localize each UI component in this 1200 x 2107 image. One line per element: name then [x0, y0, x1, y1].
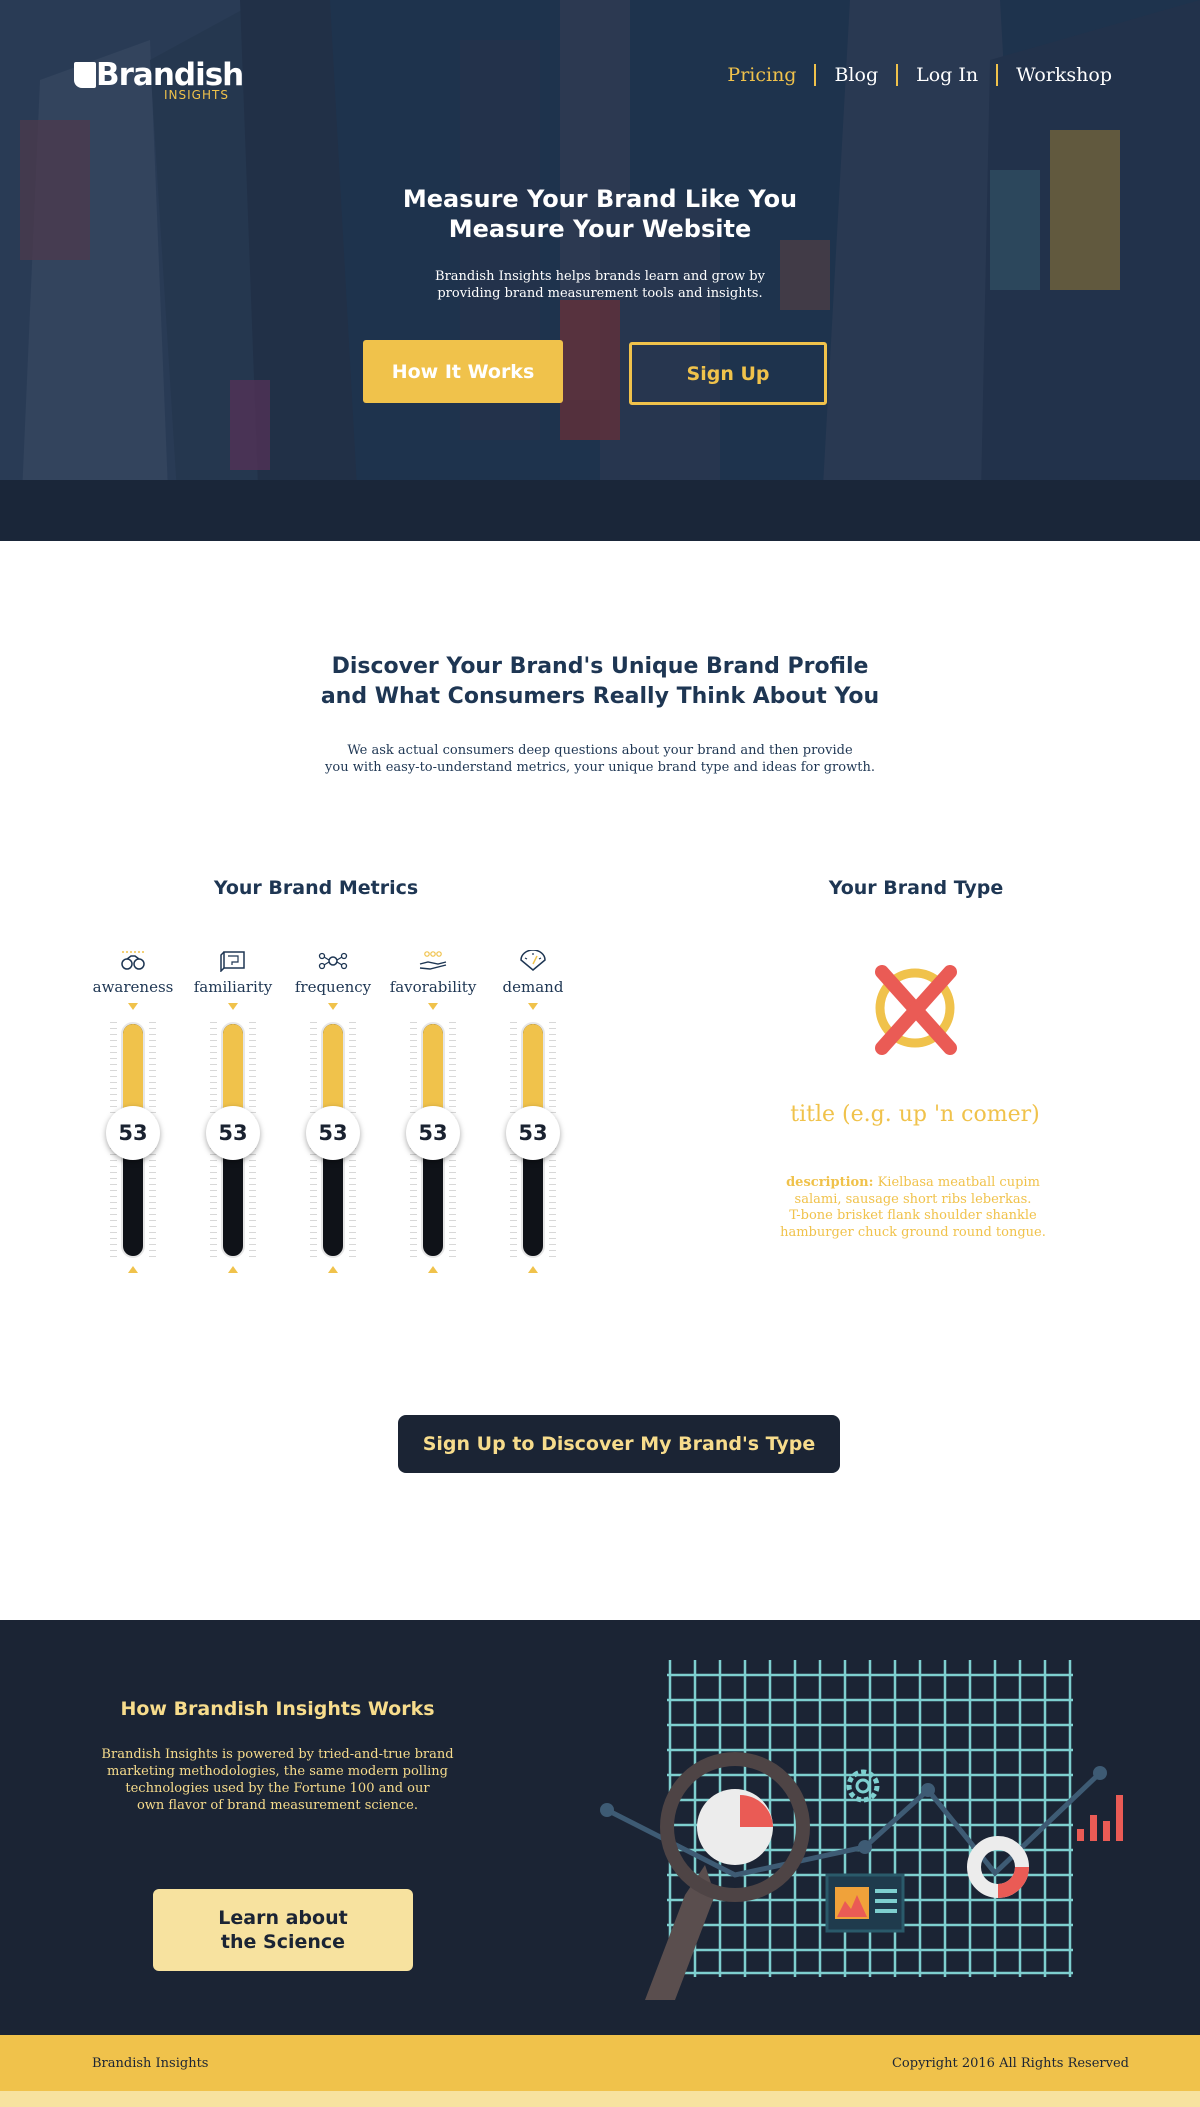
metric-min-marker: [128, 1266, 138, 1273]
sign-up-button[interactable]: Sign Up: [629, 342, 827, 405]
hero-title-line: Measure Your Brand Like You: [402, 185, 798, 213]
network-icon: [318, 952, 348, 970]
metric-value-knob[interactable]: 53: [306, 1105, 360, 1160]
brand-type-title: title (e.g. up 'n comer): [790, 1102, 1040, 1127]
bar-chart-icon: [1077, 1795, 1123, 1841]
hero-title-line: Measure Your Website: [448, 215, 752, 243]
hero-subtitle-line: Brandish Insights helps brands learn and…: [435, 269, 765, 284]
metric-max-marker: [528, 1003, 538, 1010]
discover-title-line: Discover Your Brand's Unique Brand Profi…: [331, 654, 869, 679]
metric-value-knob[interactable]: 53: [406, 1105, 460, 1160]
learn-science-button[interactable]: Learn about the Science: [153, 1889, 413, 1971]
metric-min-marker: [428, 1266, 438, 1273]
how-text-line: own flavor of brand measurement science.: [136, 1798, 419, 1813]
metric-min-marker: [528, 1266, 538, 1273]
browser-window-icon: [825, 1873, 905, 1933]
how-it-works-button[interactable]: How It Works: [363, 340, 563, 403]
footer-brand: Brandish Insights: [92, 2056, 209, 2071]
magnifier-icon: [645, 1752, 810, 2000]
hero-title: Measure Your Brand Like You Measure Your…: [300, 184, 900, 244]
logo-flag-icon: [74, 62, 96, 88]
how-text-line: Brandish Insights is powered by tried-an…: [101, 1747, 454, 1762]
brand-metrics-heading: Your Brand Metrics: [213, 877, 419, 899]
metric-label: favorability: [389, 978, 477, 996]
binoculars-icon: [121, 951, 145, 970]
discover-text: We ask actual consumers deep questions a…: [250, 742, 950, 776]
nav-workshop[interactable]: Workshop: [998, 64, 1130, 86]
brand-type-heading: Your Brand Type: [828, 877, 1004, 899]
metric-label: familiarity: [193, 978, 273, 996]
gauge-icon: [520, 950, 546, 971]
nav-login[interactable]: Log In: [898, 64, 996, 86]
brand-type-placeholder-icon: [875, 965, 957, 1055]
how-it-works-text: Brandish Insights is powered by tried-an…: [90, 1746, 465, 1814]
description-line: hamburger chuck ground round tongue.: [780, 1224, 1046, 1240]
nav-blog[interactable]: Blog: [816, 64, 896, 86]
discover-title-line: and What Consumers Really Think About Yo…: [320, 684, 880, 709]
how-text-line: marketing methodologies, the same modern…: [107, 1764, 448, 1779]
description-line: T-bone brisket flank shoulder shankle: [789, 1208, 1037, 1223]
description-label: description:: [786, 1175, 874, 1190]
brand-type-description: description: Kielbasa meatball cupim sal…: [773, 1175, 1053, 1241]
metric-value-knob[interactable]: 53: [106, 1105, 160, 1160]
discover-title: Discover Your Brand's Unique Brand Profi…: [250, 652, 950, 712]
learn-button-label: Learn about the Science: [218, 1906, 347, 1954]
description-line: Kielbasa meatball cupim: [873, 1175, 1040, 1190]
metric-min-marker: [328, 1266, 338, 1273]
metric-label: awareness: [92, 978, 174, 996]
metric-max-marker: [328, 1003, 338, 1010]
how-it-works-title: How Brandish Insights Works: [120, 1698, 435, 1720]
hero-subtitle-line: providing brand measurement tools and in…: [437, 286, 763, 301]
blueprint-icon: [220, 951, 245, 972]
logo-tagline: INSIGHTS: [164, 88, 229, 102]
analytics-illustration: [600, 1660, 1123, 2000]
hero-subtitle: Brandish Insights helps brands learn and…: [370, 268, 830, 302]
footer-copyright: Copyright 2016 All Rights Reserved: [891, 2056, 1129, 2071]
learn-button-line: Learn about: [218, 1907, 348, 1929]
metric-value-knob[interactable]: 53: [206, 1105, 260, 1160]
learn-button-line: the Science: [220, 1931, 346, 1953]
metric-value-knob[interactable]: 53: [506, 1105, 560, 1160]
metric-label: frequency: [294, 978, 372, 996]
hand-coins-icon: [419, 951, 447, 970]
main-nav: Pricing Blog Log In Workshop: [709, 64, 1130, 86]
discover-text-line: We ask actual consumers deep questions a…: [347, 743, 853, 758]
discover-text-line: you with easy-to-understand metrics, you…: [325, 760, 875, 775]
metric-max-marker: [228, 1003, 238, 1010]
description-line: salami, sausage short ribs leberkas.: [794, 1191, 1032, 1207]
how-text-line: technologies used by the Fortune 100 and…: [125, 1781, 430, 1796]
metric-label: demand: [502, 978, 564, 996]
metric-min-marker: [228, 1266, 238, 1273]
nav-pricing[interactable]: Pricing: [709, 64, 814, 86]
metric-max-marker: [128, 1003, 138, 1010]
footer-strip: [0, 2091, 1200, 2107]
discover-brand-type-button[interactable]: Sign Up to Discover My Brand's Type: [398, 1415, 840, 1473]
metric-max-marker: [428, 1003, 438, 1010]
